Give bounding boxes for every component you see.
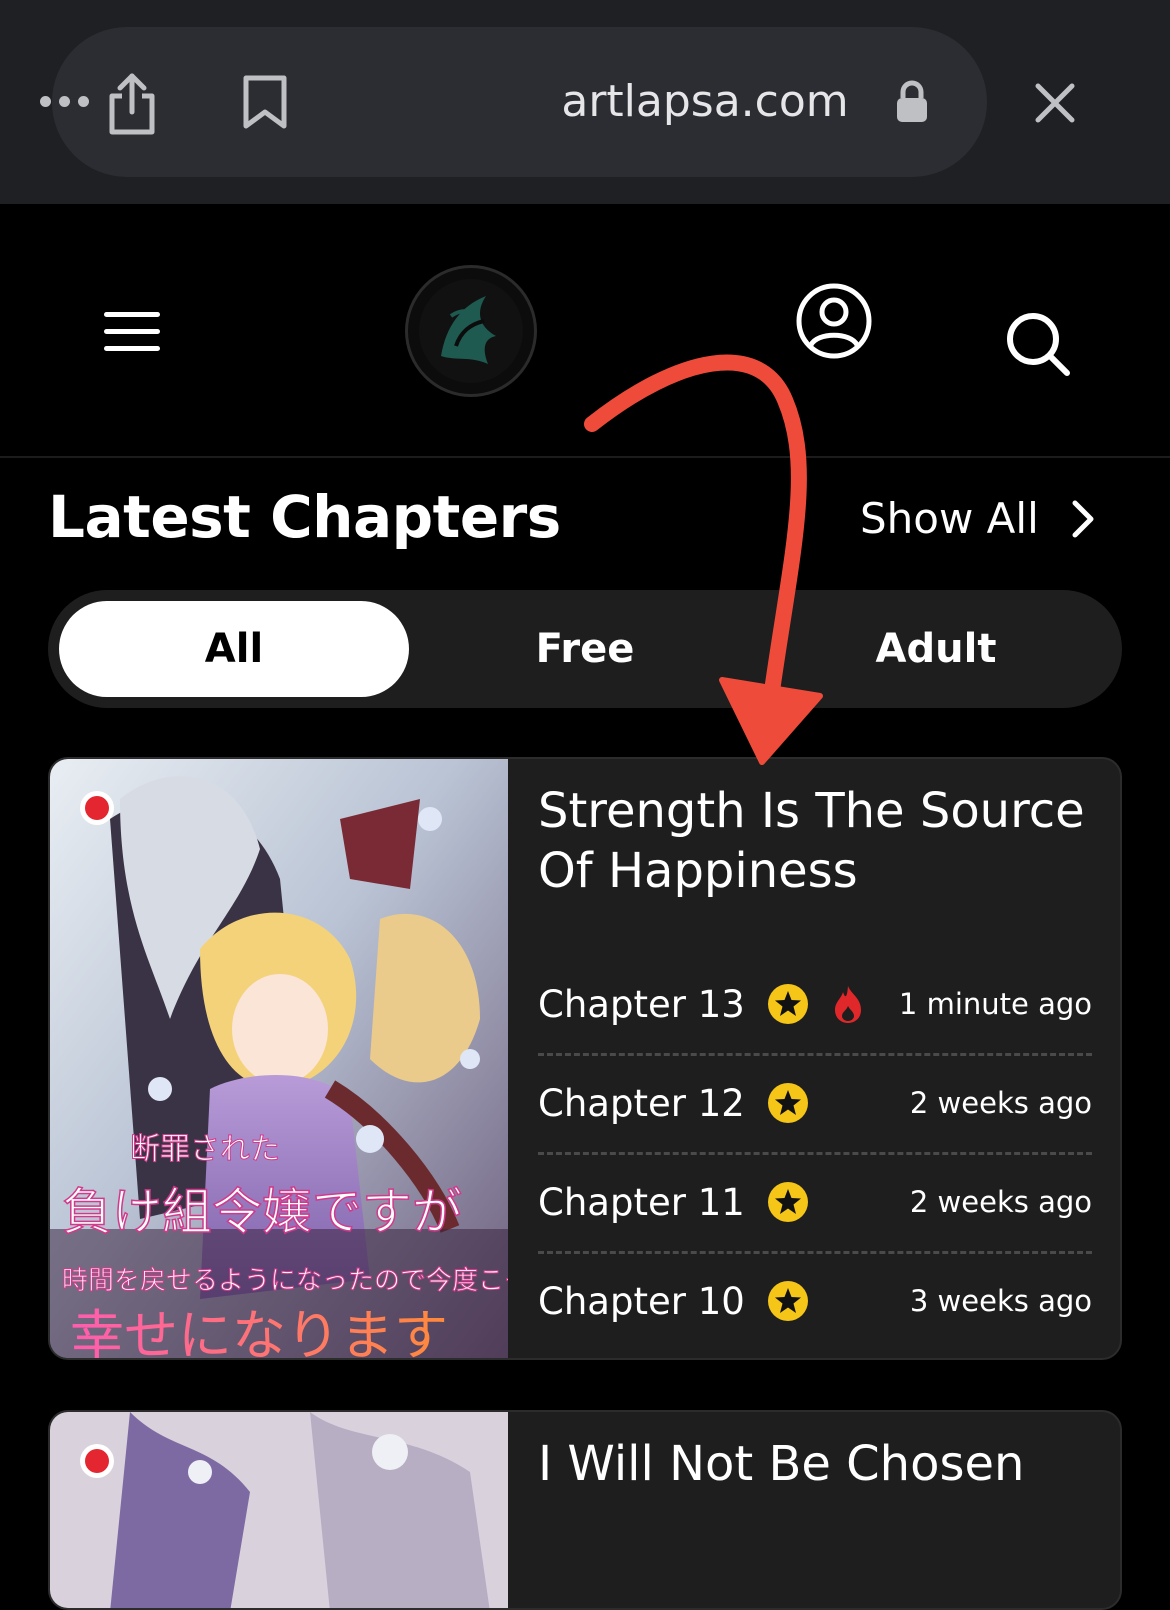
user-account-icon[interactable] (795, 282, 873, 360)
chapter-name: Chapter 12 (538, 1081, 745, 1125)
chapter-time: 1 minute ago (898, 987, 1092, 1021)
series-card[interactable]: 断罪された 負け組令嬢ですが 時間を戻せるようになったので今度こそ 幸せになりま… (48, 757, 1122, 1360)
chapter-time: 2 weeks ago (909, 1086, 1092, 1120)
series-title[interactable]: I Will Not Be Chosen (538, 1434, 1098, 1494)
search-icon[interactable] (1003, 309, 1073, 379)
series-cover-image[interactable]: 断罪された 負け組令嬢ですが 時間を戻せるようになったので今度こそ 幸せになりま… (50, 759, 508, 1358)
chapter-time: 2 weeks ago (909, 1185, 1092, 1219)
tab-free[interactable]: Free (410, 601, 760, 697)
tab-adult[interactable]: Adult (761, 601, 1111, 697)
chapter-name: Chapter 10 (538, 1279, 745, 1323)
logo-emblem-icon (419, 279, 523, 383)
chapter-row[interactable]: Chapter 10 3 weeks ago (538, 1252, 1092, 1350)
url-text[interactable]: artlapsa.com (540, 74, 870, 130)
chapter-time: 3 weeks ago (909, 1284, 1092, 1318)
origin-flag-badge (80, 791, 114, 825)
origin-flag-badge (80, 1444, 114, 1478)
series-card[interactable]: I Will Not Be Chosen (48, 1410, 1122, 1610)
chapter-name: Chapter 11 (538, 1180, 745, 1224)
chevron-right-icon (1072, 500, 1094, 538)
chapter-row[interactable]: Chapter 12 2 weeks ago (538, 1054, 1092, 1155)
cover-title-line-2: 負け組令嬢ですが (62, 1183, 462, 1241)
cover-title-line-4: 幸せになります (70, 1304, 448, 1358)
lock-icon (897, 80, 927, 122)
show-all-label: Show All (860, 494, 1039, 543)
series-cover-image[interactable] (50, 1412, 508, 1608)
browser-toolbar: artlapsa.com (0, 0, 1170, 206)
series-title[interactable]: Strength Is The Source Of Happiness (538, 781, 1098, 901)
section-title: Latest Chapters (48, 483, 561, 551)
premium-star-icon (767, 1083, 808, 1123)
cover-title-line-1: 断罪された (130, 1132, 280, 1167)
close-icon[interactable] (1030, 78, 1080, 128)
site-header (0, 204, 1170, 458)
cover-artwork (50, 1412, 508, 1608)
fire-icon (834, 986, 861, 1023)
bookmark-icon[interactable] (240, 74, 290, 130)
chapter-row[interactable]: Chapter 11 2 weeks ago (538, 1153, 1092, 1254)
site-logo[interactable] (405, 265, 537, 397)
chapter-row[interactable]: Chapter 13 1 minute ago (538, 955, 1092, 1056)
share-icon[interactable] (104, 72, 160, 136)
show-all-link[interactable]: Show All (860, 492, 1097, 546)
premium-star-icon (767, 1182, 808, 1222)
premium-star-icon (767, 1281, 808, 1321)
hamburger-menu-icon[interactable] (104, 312, 160, 352)
premium-star-icon (767, 984, 808, 1024)
chapter-name: Chapter 13 (538, 982, 745, 1026)
tab-all[interactable]: All (59, 601, 409, 697)
more-options-icon[interactable] (40, 96, 89, 107)
filter-tabs: All Free Adult (48, 590, 1122, 708)
cover-title-line-3: 時間を戻せるようになったので今度こそ (62, 1266, 508, 1296)
cover-artwork: 断罪された 負け組令嬢ですが 時間を戻せるようになったので今度こそ 幸せになりま… (50, 759, 508, 1358)
